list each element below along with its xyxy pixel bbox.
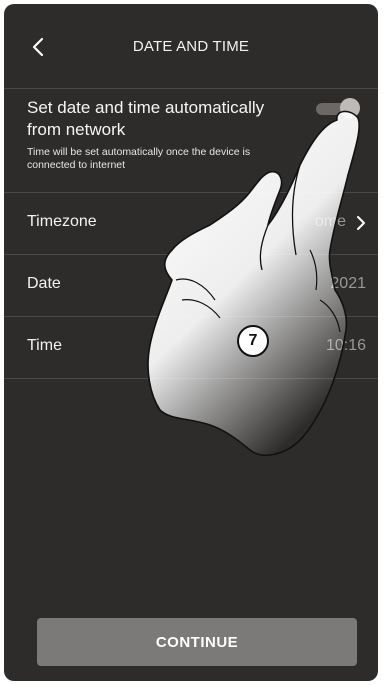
step-number-badge: 7 — [237, 325, 269, 357]
auto-time-note: Time will be set automatically once the … — [27, 146, 251, 171]
continue-button[interactable]: CONTINUE — [37, 618, 357, 666]
time-value: 10:16 — [325, 337, 366, 354]
time-row[interactable]: Time 10:16 — [4, 317, 378, 379]
header: DATE AND TIME — [4, 4, 378, 89]
auto-time-label: Set date and time automatically from net… — [27, 98, 265, 139]
toggle-knob — [340, 98, 360, 118]
auto-time-toggle[interactable] — [312, 98, 360, 120]
timezone-label: Timezone — [27, 213, 97, 230]
date-label: Date — [27, 275, 61, 292]
timezone-value: ome — [314, 213, 346, 230]
time-label: Time — [27, 337, 62, 354]
date-row[interactable]: Date 2021 — [4, 255, 378, 317]
date-value: 2021 — [330, 275, 366, 292]
chevron-right-icon — [357, 216, 365, 230]
timezone-row[interactable]: Timezone ome — [4, 193, 378, 255]
page-title: DATE AND TIME — [132, 38, 250, 55]
